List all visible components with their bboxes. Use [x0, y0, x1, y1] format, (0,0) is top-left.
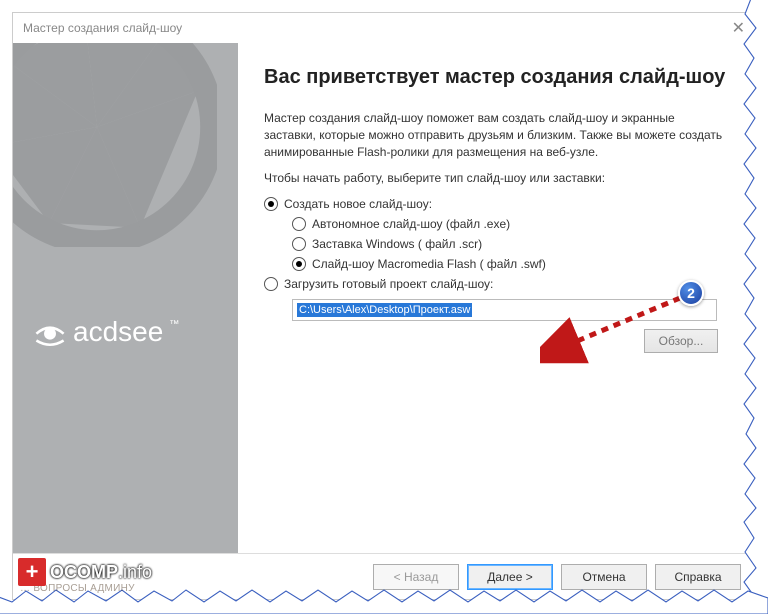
eye-icon — [33, 315, 67, 349]
next-button[interactable]: Далее > — [467, 564, 553, 590]
window-body: acdsee ™ Вас приветствует мастер создани… — [13, 43, 755, 553]
radio-scr[interactable]: Заставка Windows ( файл .scr) — [292, 237, 729, 251]
project-path-input[interactable]: C:\Users\Alex\Desktop\Проект.asw — [292, 299, 717, 321]
path-value: C:\Users\Alex\Desktop\Проект.asw — [297, 303, 472, 317]
ocomp-text: OCOMP.info — [50, 562, 152, 583]
page-title: Вас приветствует мастер создания слайд-ш… — [264, 65, 729, 90]
radio-label: Автономное слайд-шоу (файл .exe) — [312, 217, 510, 231]
annotation-badge: 2 — [678, 280, 704, 306]
aperture-icon — [13, 43, 217, 247]
radio-icon — [264, 277, 278, 291]
radio-icon — [292, 257, 306, 271]
content-panel: Вас приветствует мастер создания слайд-ш… — [238, 43, 755, 553]
radio-icon — [264, 197, 278, 211]
back-button: < Назад — [373, 564, 459, 590]
titlebar: Мастер создания слайд-шоу ✕ — [13, 13, 755, 43]
wizard-window: Мастер создания слайд-шоу ✕ — [12, 12, 756, 600]
intro-paragraph-1: Мастер создания слайд-шоу поможет вам со… — [264, 110, 729, 160]
brand-logo: acdsee ™ — [33, 315, 223, 349]
radio-icon — [292, 237, 306, 251]
radio-label: Создать новое слайд-шоу: — [284, 197, 432, 211]
cancel-button[interactable]: Отмена — [561, 564, 647, 590]
help-button[interactable]: Справка — [655, 564, 741, 590]
trademark-icon: ™ — [169, 319, 179, 330]
radio-icon — [292, 217, 306, 231]
close-icon[interactable]: ✕ — [732, 18, 745, 38]
radio-swf[interactable]: Слайд-шоу Macromedia Flash ( файл .swf) — [292, 257, 729, 271]
window-title: Мастер создания слайд-шоу — [23, 21, 182, 35]
plus-icon: + — [18, 558, 46, 586]
brand-text: acdsee — [73, 316, 163, 348]
radio-load-project[interactable]: Загрузить готовый проект слайд-шоу: — [264, 277, 729, 291]
radio-exe[interactable]: Автономное слайд-шоу (файл .exe) — [292, 217, 729, 231]
ocomp-logo: + OCOMP.info — [18, 558, 152, 586]
radio-create-new[interactable]: Создать новое слайд-шоу: — [264, 197, 729, 211]
radio-label: Слайд-шоу Macromedia Flash ( файл .swf) — [312, 257, 546, 271]
sidebar: acdsee ™ — [13, 43, 238, 553]
browse-button[interactable]: Обзор... — [644, 329, 718, 353]
radio-label: Загрузить готовый проект слайд-шоу: — [284, 277, 493, 291]
intro-paragraph-2: Чтобы начать работу, выберите тип слайд-… — [264, 170, 729, 187]
radio-label: Заставка Windows ( файл .scr) — [312, 237, 482, 251]
